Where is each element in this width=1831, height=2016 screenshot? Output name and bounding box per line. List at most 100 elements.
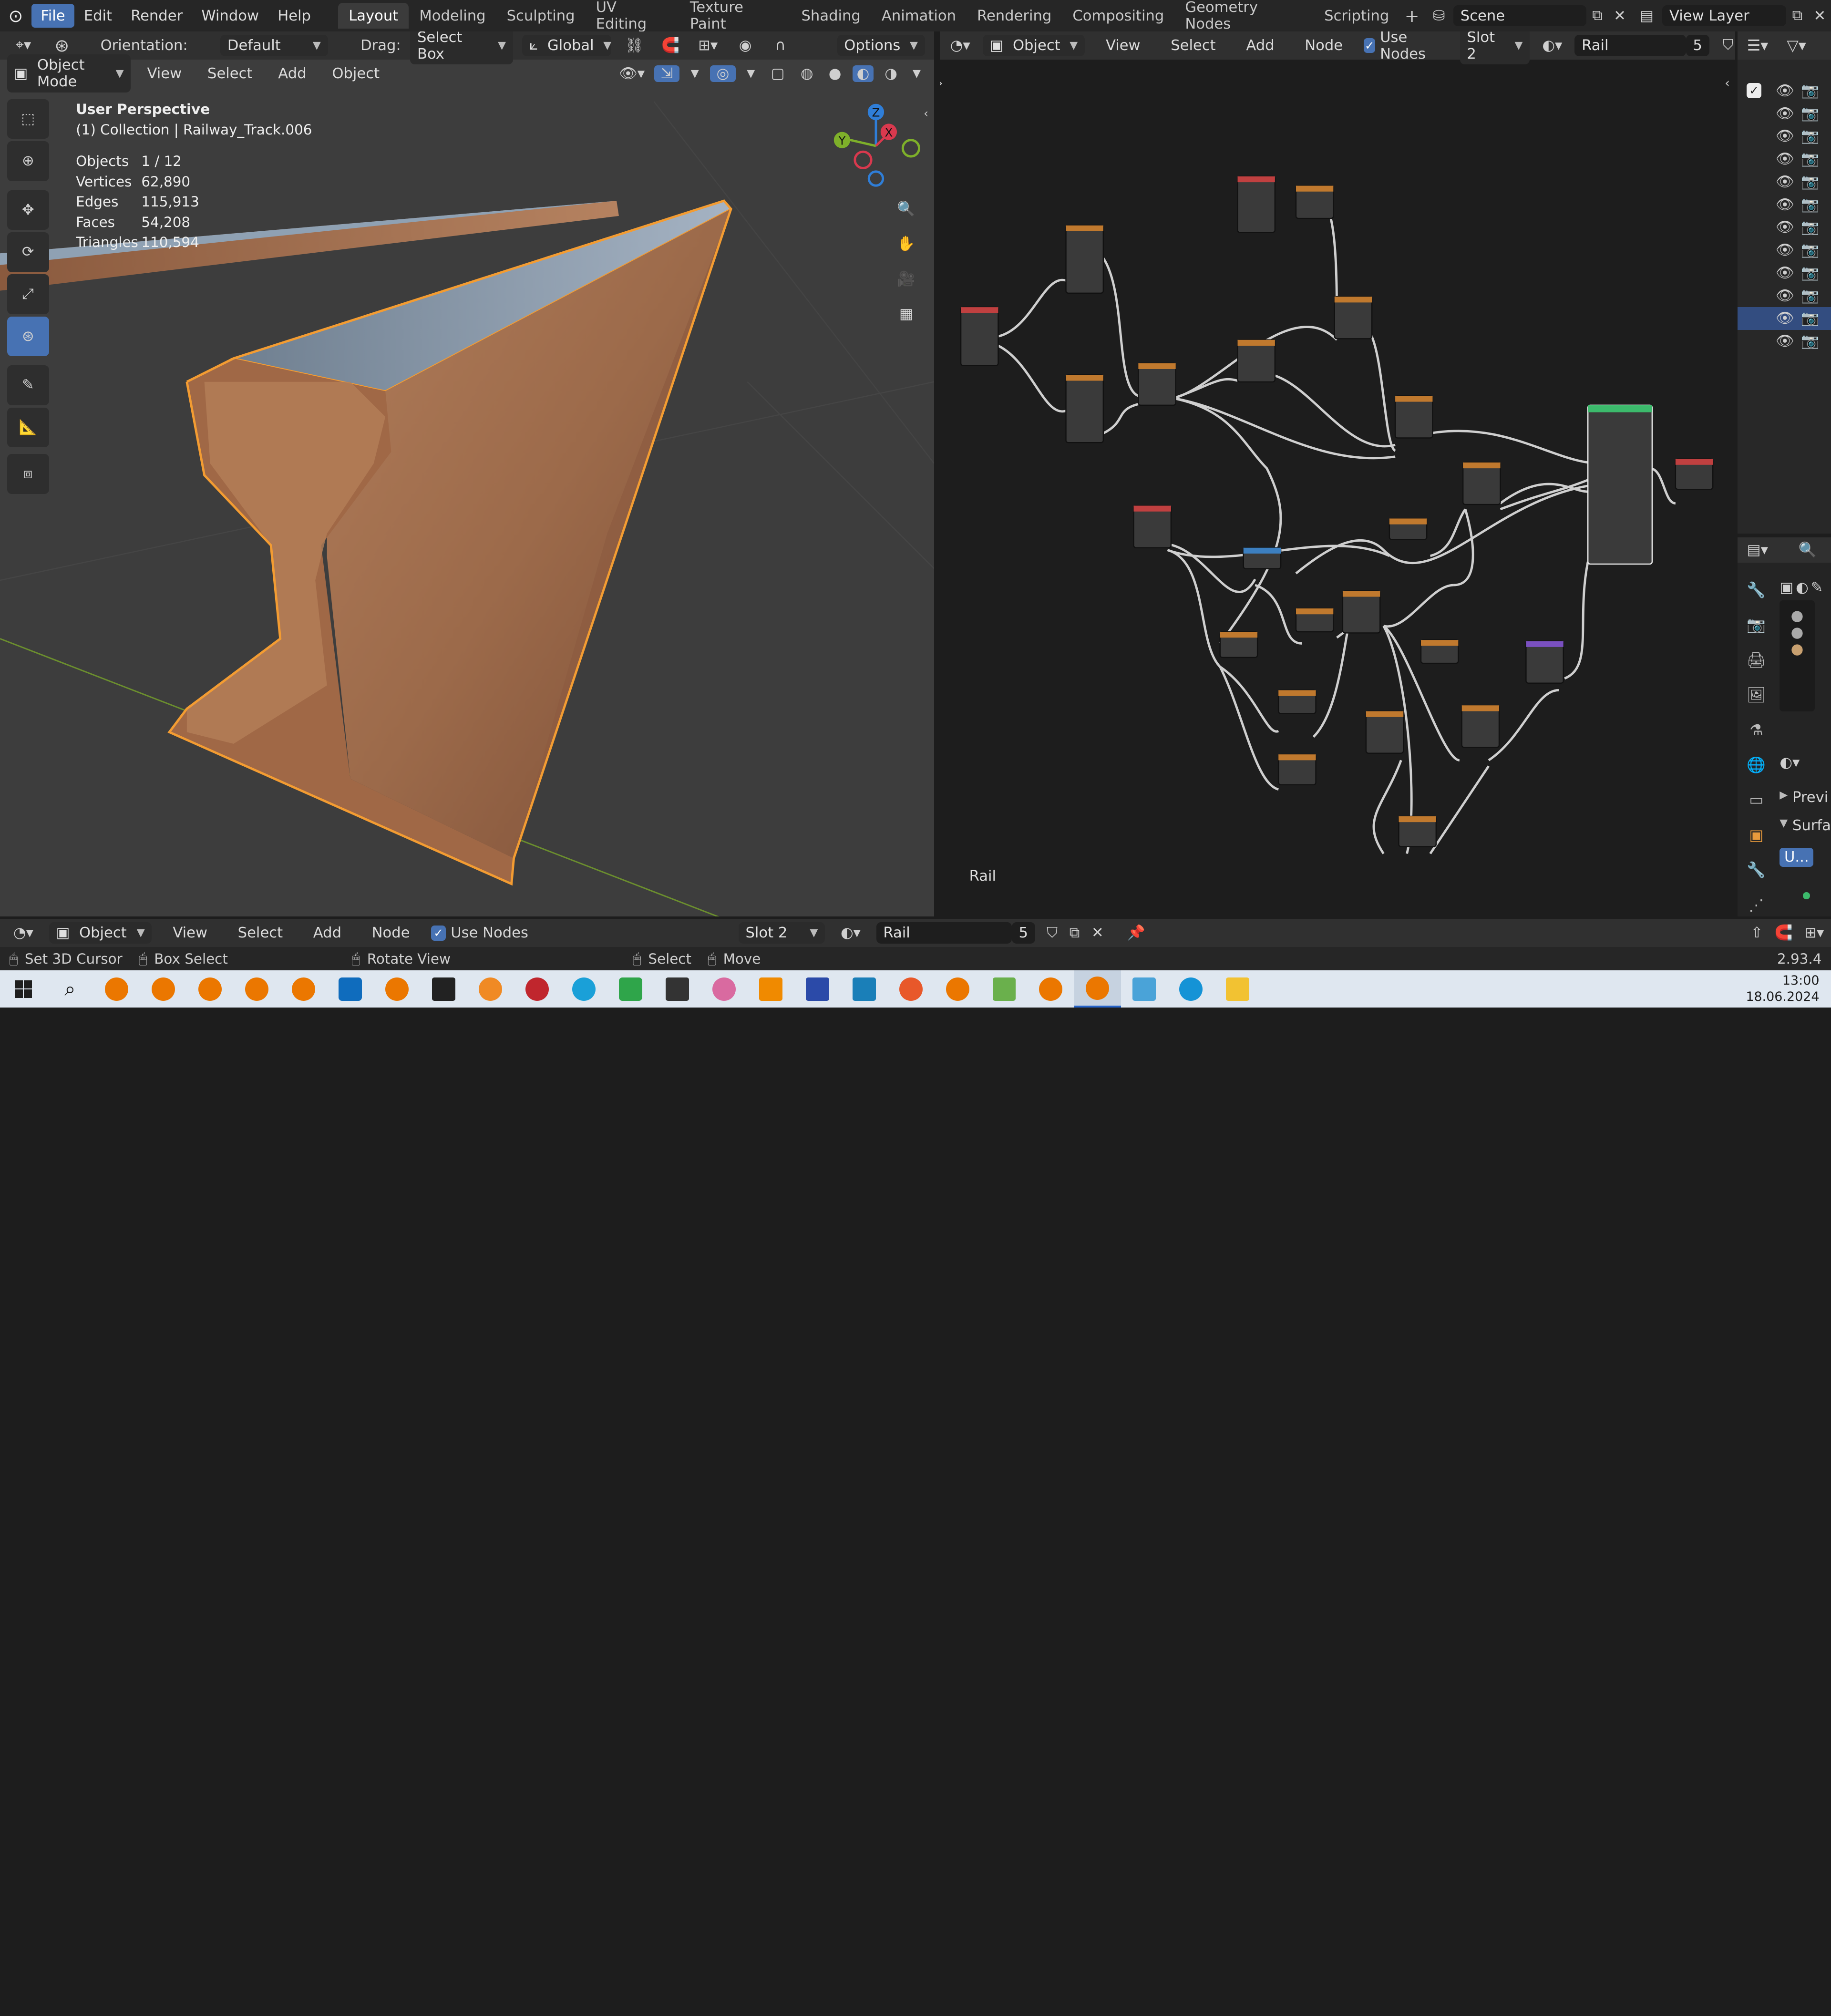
- blender-taskbar-icon[interactable]: [93, 970, 140, 1008]
- proportional-edit-icon[interactable]: ◉: [732, 37, 758, 54]
- cursor-tool[interactable]: ⊕: [7, 141, 49, 181]
- measure-tool[interactable]: 📐: [7, 407, 49, 447]
- add-cube-tool[interactable]: ⧈: [7, 454, 49, 494]
- viewport-menu-object[interactable]: Object: [323, 62, 389, 85]
- outliner-row[interactable]: 👁 📷: [1738, 193, 1831, 216]
- chart-app-icon[interactable]: [841, 970, 887, 1008]
- outliner-row[interactable]: 👁 📷: [1738, 125, 1831, 148]
- outliner-filter-icon[interactable]: ▽▾: [1787, 36, 1806, 54]
- bottom-menu-node[interactable]: Node: [362, 921, 419, 945]
- material-slot-icon[interactable]: ●: [1784, 607, 1810, 624]
- eye-icon[interactable]: 👁: [1776, 288, 1794, 304]
- 3d-viewport[interactable]: ⌖▾ ⊛ Orientation: Default ▼ Drag: Select …: [0, 31, 935, 917]
- mode-dropdown[interactable]: ▣ Object Mode ▼: [7, 54, 131, 93]
- camera-render-icon[interactable]: 📷: [1801, 288, 1819, 304]
- panel-surface[interactable]: ▼ Surfa: [1780, 817, 1831, 834]
- node-mix-d[interactable]: [1395, 395, 1434, 439]
- bottom-fake-user-icon[interactable]: ⛉: [1047, 925, 1058, 942]
- add-workspace-icon[interactable]: +: [1399, 6, 1424, 26]
- visibility-icon[interactable]: 👁▾: [617, 65, 647, 82]
- navigation-gizmo[interactable]: Z Y X: [829, 99, 923, 193]
- node-snap-icon[interactable]: 🧲: [1775, 925, 1793, 941]
- outliner-row[interactable]: 👁 📷: [1738, 171, 1831, 194]
- camera-render-icon[interactable]: 📷: [1801, 105, 1819, 122]
- delete-view-layer-icon[interactable]: ✕: [1809, 8, 1831, 24]
- gizmo-neg-z-axis[interactable]: [867, 170, 884, 187]
- material-sphere-icon[interactable]: ◐: [1796, 579, 1809, 596]
- outliner-row[interactable]: 👁 📷: [1738, 239, 1831, 262]
- tab-sculpting[interactable]: Sculpting: [496, 3, 586, 29]
- render-tab-icon[interactable]: 📷: [1742, 609, 1770, 640]
- tool-settings-icon[interactable]: ⊛: [49, 35, 75, 56]
- outliner-row[interactable]: 👁 📷: [1738, 262, 1831, 285]
- node-mix-f[interactable]: [1219, 631, 1258, 658]
- rendered-shading-icon[interactable]: ◑: [881, 65, 902, 82]
- firefox-icon[interactable]: [887, 970, 934, 1008]
- view-layer-field[interactable]: View Layer: [1662, 5, 1786, 27]
- gizmo-neg-x-axis[interactable]: [854, 150, 873, 170]
- node-mix-b[interactable]: [1237, 339, 1276, 383]
- camera-render-icon[interactable]: 📷: [1801, 219, 1819, 236]
- node-image-texture-a[interactable]: [1237, 175, 1276, 233]
- camera-render-icon[interactable]: 📷: [1801, 151, 1819, 167]
- parent-node-tree-icon[interactable]: ⇧: [1751, 925, 1763, 941]
- zoom-icon[interactable]: 🔍: [891, 193, 922, 226]
- fake-user-shield-icon[interactable]: ⛉: [1721, 37, 1735, 54]
- transform-tool[interactable]: ⊛: [7, 316, 49, 356]
- pivot-icon[interactable]: ⛓: [620, 37, 648, 54]
- menu-edit[interactable]: Edit: [74, 4, 121, 28]
- scene-field[interactable]: Scene: [1453, 5, 1586, 27]
- node-math-c[interactable]: [1420, 639, 1459, 664]
- material-shading-icon[interactable]: ◐: [852, 65, 874, 82]
- camera-render-icon[interactable]: 📷: [1801, 242, 1819, 258]
- scale-tool[interactable]: ⤢: [7, 274, 49, 314]
- windows-start-icon[interactable]: [0, 970, 47, 1008]
- node-mix-a[interactable]: [1138, 362, 1177, 406]
- node-mapping-b[interactable]: [1065, 374, 1104, 443]
- taskbar-clock[interactable]: 13:00 18.06.2024: [1746, 973, 1819, 1006]
- blender-taskbar-icon[interactable]: [374, 970, 421, 1008]
- node-mix-c[interactable]: [1334, 296, 1373, 339]
- eye-icon[interactable]: 👁: [1776, 151, 1794, 167]
- output-tab-icon[interactable]: 🖨: [1742, 645, 1770, 675]
- material-name-field[interactable]: Rail: [1574, 35, 1686, 56]
- node-mix-h[interactable]: [1366, 710, 1404, 754]
- modifier-tab-icon[interactable]: 🔧: [1742, 855, 1770, 885]
- world-tab-icon[interactable]: 🌐: [1742, 750, 1770, 780]
- outliner-editor-type-icon[interactable]: ☰▾: [1747, 36, 1769, 54]
- bottom-shader-type-dropdown[interactable]: ▣ Object ▼: [49, 922, 152, 944]
- eye-icon[interactable]: 👁: [1776, 242, 1794, 258]
- blender-taskbar-icon[interactable]: [934, 970, 981, 1008]
- view-layer-tab-icon[interactable]: 🖼: [1742, 679, 1770, 710]
- blender-taskbar-icon-active[interactable]: [1074, 970, 1121, 1008]
- tab-layout[interactable]: Layout: [338, 2, 409, 29]
- flame-app-icon[interactable]: [467, 970, 514, 1008]
- orientation-dropdown[interactable]: Default ▼: [220, 35, 328, 56]
- inkscape-icon[interactable]: [421, 970, 467, 1008]
- node-editor-type-icon[interactable]: ◔▾: [949, 37, 971, 54]
- file-explorer-icon[interactable]: [1214, 970, 1261, 1008]
- menu-help[interactable]: Help: [268, 4, 320, 28]
- node-principled-bsdf[interactable]: [1587, 404, 1653, 565]
- material-slots-list[interactable]: ● ● ●: [1780, 600, 1815, 712]
- bottom-editor-type-icon[interactable]: ◔▾: [10, 925, 38, 941]
- overlay-dropdown-icon[interactable]: ▼: [743, 68, 759, 80]
- scene-tab-icon[interactable]: ⚗: [1742, 715, 1770, 745]
- bottom-material-name-field[interactable]: Rail: [876, 922, 1012, 944]
- blender-taskbar-icon[interactable]: [1028, 970, 1074, 1008]
- camera-render-icon[interactable]: 📷: [1801, 196, 1819, 213]
- blender-taskbar-icon[interactable]: [234, 970, 280, 1008]
- windows-search-icon[interactable]: ⌕: [47, 970, 93, 1008]
- bottom-material-browse-icon[interactable]: ◐▾: [836, 925, 864, 941]
- tab-shading[interactable]: Shading: [791, 3, 871, 29]
- eye-icon[interactable]: 👁: [1776, 82, 1794, 99]
- node-mix-i[interactable]: [1461, 704, 1500, 748]
- pan-hand-icon[interactable]: ✋: [891, 228, 922, 261]
- panel-preview[interactable]: ▶ Previ: [1780, 789, 1828, 806]
- outliner-row[interactable]: 👁 📷: [1738, 216, 1831, 239]
- bottom-menu-add[interactable]: Add: [304, 921, 350, 945]
- node-menu-node[interactable]: Node: [1296, 34, 1352, 58]
- node-image-texture-b[interactable]: [1133, 505, 1172, 548]
- camera-render-icon[interactable]: 📷: [1801, 174, 1819, 190]
- camera-icon[interactable]: 🎥: [891, 263, 922, 296]
